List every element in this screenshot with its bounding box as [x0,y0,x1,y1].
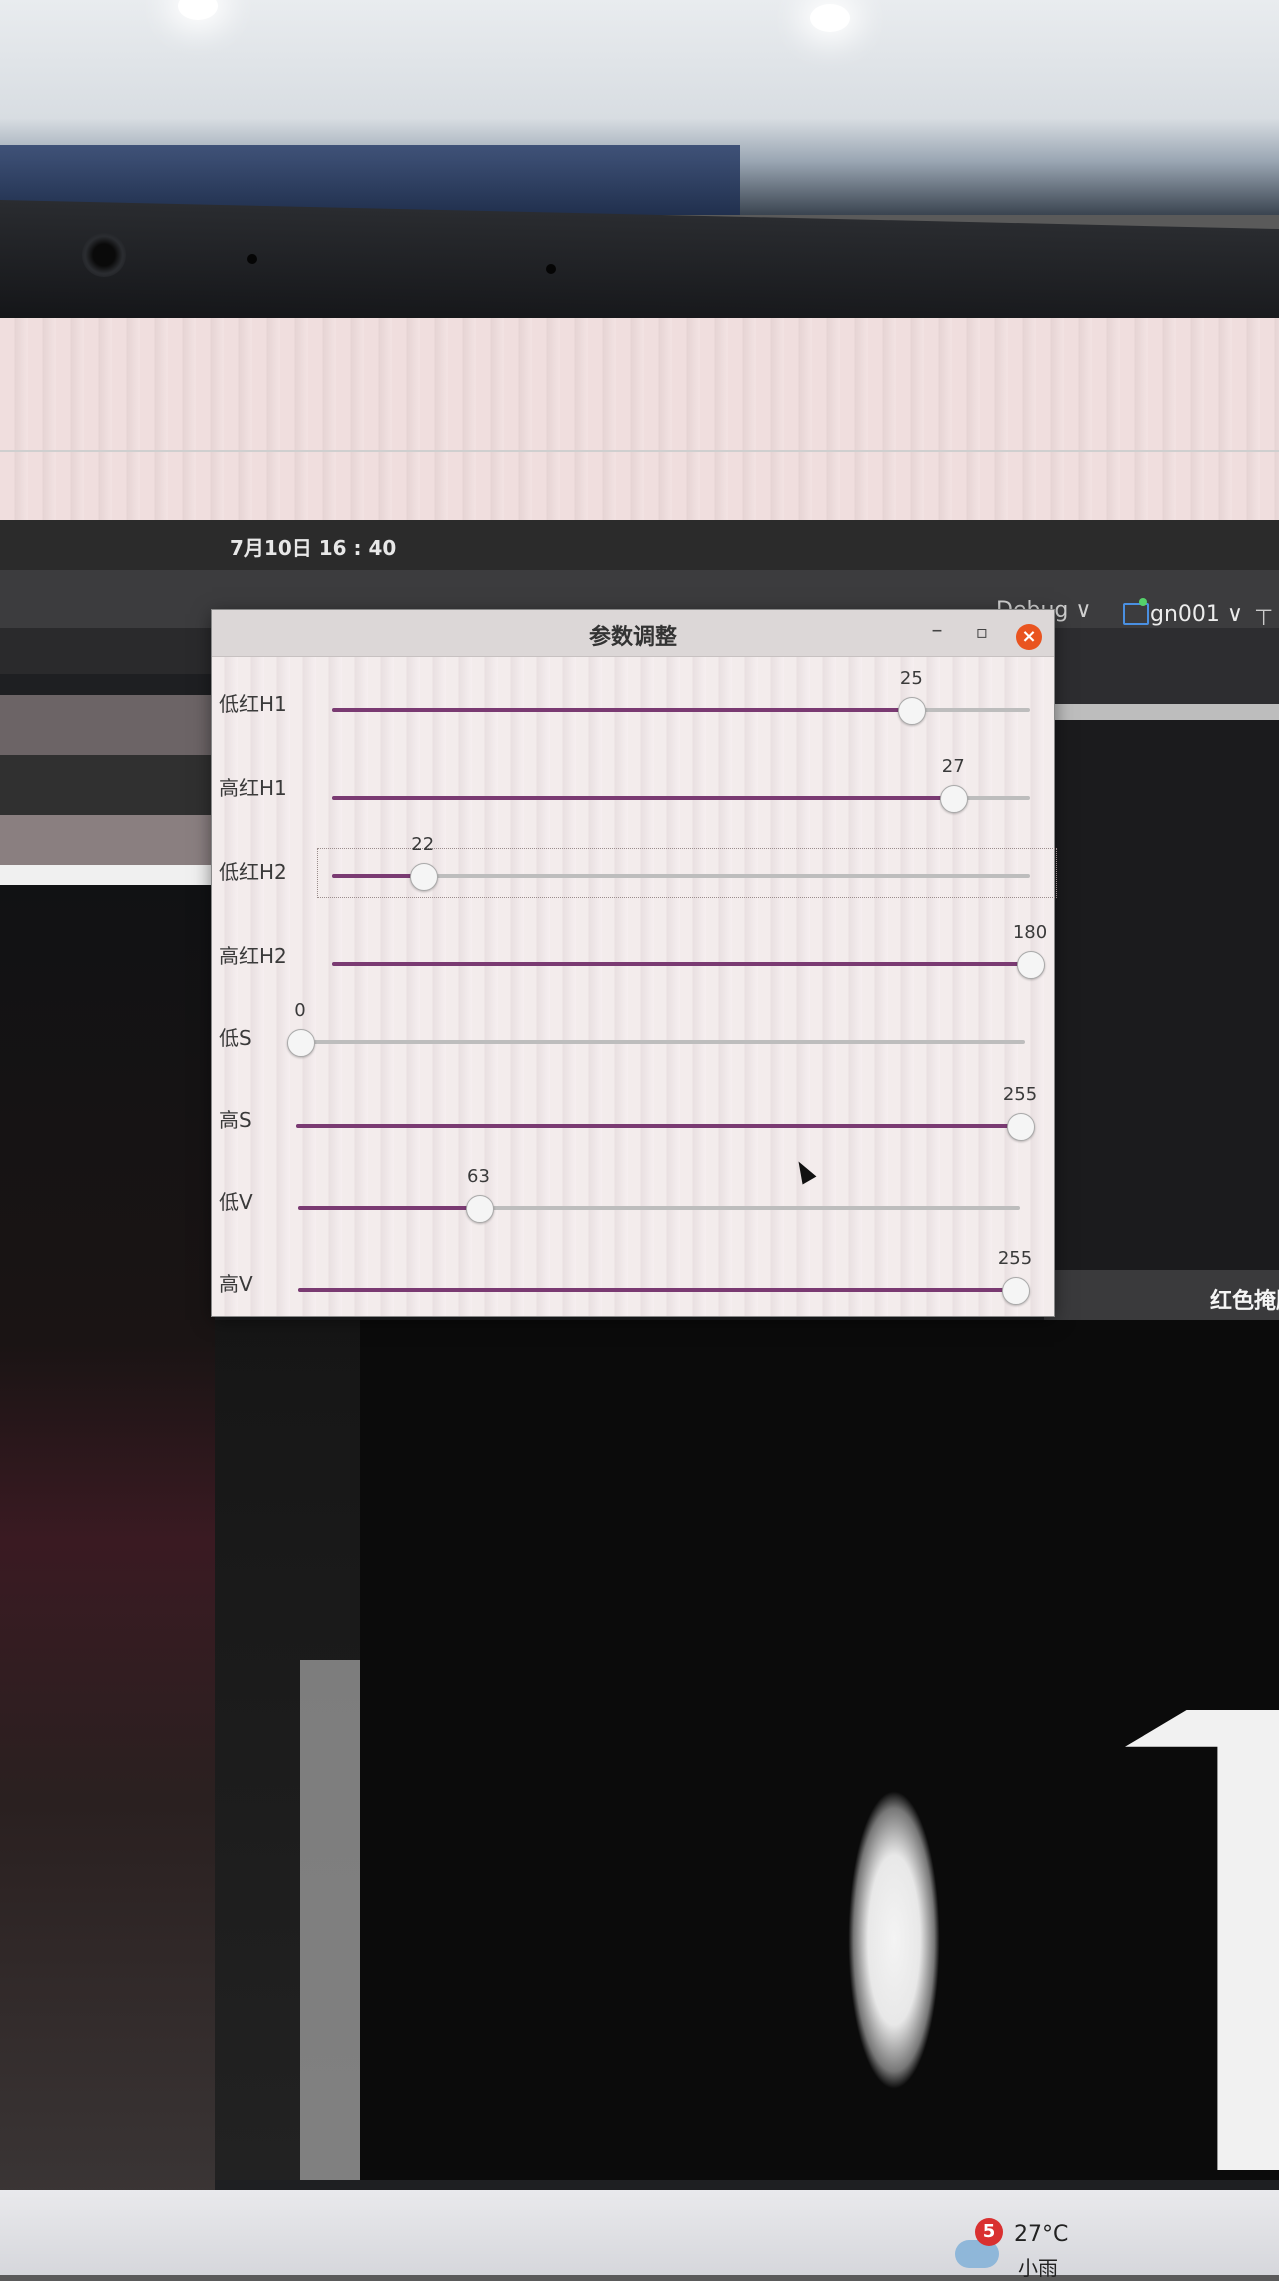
slider-track[interactable] [300,1040,1025,1044]
slider-label: 低V [219,1190,253,1214]
ide-right-panel [1050,720,1279,1275]
slider-fill [296,1124,1020,1128]
mask-window-title: 红色掩膜 [1210,1289,1279,1314]
ide-left-strip [0,695,215,755]
slider-value: 0 [294,1000,306,1021]
slider-handle[interactable] [287,1029,315,1057]
project-dropdown[interactable]: gn001 ∨ [1150,602,1243,627]
slider-value: 63 [467,1166,490,1187]
slider-value: 255 [1002,1084,1038,1105]
slider-handle[interactable] [1007,1113,1035,1141]
close-button[interactable]: × [1016,624,1042,650]
ide-left-strip [0,865,215,885]
project-icon [1123,603,1149,625]
taskbar [0,2190,1279,2275]
ide-left-strip [0,628,215,674]
ide-left-strip [0,755,215,815]
slider-handle[interactable] [1002,1277,1030,1305]
slider-fill [332,796,954,800]
ceiling-lamp [810,4,850,32]
camera-view-panel [0,885,215,2195]
maximize-button[interactable]: ▫ [971,622,993,644]
slider-label: 低S [219,1026,252,1050]
webcam-icon [82,233,126,277]
slider-label: 高红H1 [219,776,287,800]
divider [0,450,1279,452]
slider-handle[interactable] [409,863,438,891]
background-window-edge [300,1660,360,2180]
browser-area [0,318,1279,528]
minimize-button[interactable]: – [926,620,948,644]
slider-handle[interactable] [1017,951,1045,979]
sensor-dot [546,264,556,274]
slider-value: 25 [899,668,923,689]
weather-badge: 5 [975,2218,1003,2246]
status-dot-icon [1139,598,1147,606]
slider-fill [332,708,912,712]
red-mask-image [360,1320,1279,2180]
slider-label: 高V [219,1272,253,1296]
slider-value: 255 [997,1248,1033,1269]
slider-value: 27 [941,756,965,777]
slider-handle[interactable] [465,1195,494,1223]
slider-fill [298,1288,1015,1292]
slider-label: 高红H2 [219,944,287,968]
mask-blob [848,1790,940,2090]
ide-right-panel [1050,628,1279,704]
ide-right-panel [1050,704,1279,720]
system-top-bar [0,520,1279,570]
slider-value: 22 [411,834,435,855]
slider-label: 低红H1 [219,692,287,716]
sensor-dot [247,254,257,264]
ide-left-strip [0,815,215,865]
clock[interactable]: 7月10日 16 : 40 [230,532,396,561]
slider-value: 180 [1012,922,1048,943]
slider-fill [332,962,1030,966]
slider-label: 低红H2 [219,860,287,884]
weather-temperature[interactable]: 27°C [1014,2222,1068,2247]
slider-fill [298,1206,479,1210]
slider-label: 高S [219,1108,252,1132]
weather-description: 小雨 [1018,2256,1058,2280]
